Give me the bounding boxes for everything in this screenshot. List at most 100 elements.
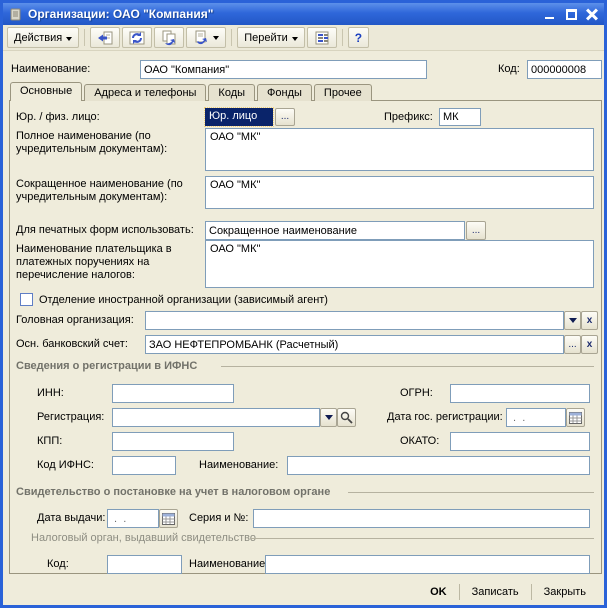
legal-entity-label: Юр. / физ. лицо:: [16, 111, 100, 123]
issue-date-calendar-button[interactable]: [159, 509, 178, 528]
chevron-down-icon: [213, 36, 219, 40]
refresh-icon: [129, 30, 145, 46]
copy-documents-icon: [161, 30, 177, 46]
registration-search-button[interactable]: [337, 408, 356, 427]
prefix-input[interactable]: [439, 108, 481, 126]
title-bar: Организации: ОАО "Компания": [3, 3, 604, 25]
window-title: Организации: ОАО "Компания": [28, 7, 213, 21]
series-input[interactable]: [253, 509, 590, 528]
close-button[interactable]: Закрыть: [532, 583, 598, 601]
code-label: Код:: [498, 63, 520, 75]
bank-account-clear-button[interactable]: x: [581, 335, 598, 354]
ok-button[interactable]: OK: [418, 583, 459, 601]
authority-subgroup-label: Налоговый орган, выдавший свидетельство: [31, 532, 256, 544]
toolbar: Действия: [3, 25, 604, 51]
ifns-name-input[interactable]: [287, 456, 590, 475]
authority-code-label: Код:: [47, 558, 69, 570]
ogrn-label: ОГРН:: [400, 387, 433, 399]
tab-label: Основные: [20, 85, 72, 97]
issue-date-input[interactable]: [107, 509, 159, 528]
legal-entity-choose-button[interactable]: ...: [275, 108, 295, 126]
list-structure-icon: [314, 30, 330, 46]
tab-osnovnye[interactable]: Основные: [10, 82, 82, 101]
tab-label: Прочее: [324, 87, 362, 99]
actions-menu-label: Действия: [14, 32, 62, 44]
tab-adresa-i-telefony[interactable]: Адреса и телефоны: [84, 84, 206, 101]
calendar-icon: [569, 411, 582, 424]
dropdown-arrow-icon: [569, 318, 577, 323]
legal-entity-field[interactable]: Юр. лицо: [205, 108, 273, 126]
full-name-textarea[interactable]: ОАО "МК": [205, 128, 594, 171]
reread-button[interactable]: [122, 27, 152, 48]
goto-menu-label: Перейти: [244, 32, 288, 44]
toolbar-separator: [84, 29, 85, 46]
window-app-icon: [8, 7, 23, 22]
bank-account-input[interactable]: [145, 335, 564, 354]
export-button[interactable]: [186, 27, 226, 48]
registration-input[interactable]: [112, 408, 320, 427]
previous-item-button[interactable]: [90, 27, 120, 48]
inn-label: ИНН:: [37, 387, 64, 399]
window-controls: [544, 8, 599, 21]
reg-date-calendar-button[interactable]: [566, 408, 585, 427]
authority-name-input[interactable]: [265, 555, 590, 574]
tab-prochee[interactable]: Прочее: [314, 84, 372, 101]
payer-name-label: Наименование плательщика в платежных пор…: [16, 243, 202, 282]
name-input[interactable]: [140, 60, 427, 79]
chevron-down-icon: [66, 37, 72, 41]
code-input[interactable]: [527, 60, 602, 79]
reg-date-input[interactable]: [506, 408, 566, 427]
save-button[interactable]: Записать: [460, 583, 531, 601]
registration-label: Регистрация:: [37, 411, 104, 423]
goto-menu-button[interactable]: Перейти: [237, 27, 305, 48]
document-arrow-left-icon: [97, 30, 113, 46]
ifns-group-title: Сведения о регистрации в ИФНС: [16, 360, 197, 372]
head-org-clear-button[interactable]: x: [581, 311, 598, 330]
short-name-label: Сокращенное наименование (по учредительн…: [16, 178, 202, 204]
bank-account-choose-button[interactable]: ...: [564, 335, 581, 354]
short-name-textarea[interactable]: ОАО "МК": [205, 176, 594, 209]
head-org-input[interactable]: [145, 311, 564, 330]
print-form-choose-button[interactable]: ...: [466, 221, 486, 240]
name-label: Наименование:: [11, 63, 90, 75]
issue-date-label: Дата выдачи:: [37, 512, 105, 524]
authority-subgroup-line: [251, 538, 594, 539]
tab-fondy[interactable]: Фонды: [257, 84, 312, 101]
head-org-label: Головная организация:: [16, 314, 134, 326]
help-icon: ?: [355, 31, 362, 45]
maximize-icon[interactable]: [565, 8, 578, 21]
tab-kody[interactable]: Коды: [208, 84, 255, 101]
reg-date-label: Дата гос. регистрации:: [387, 411, 503, 423]
minimize-icon[interactable]: [544, 8, 557, 21]
foreign-org-checkbox-label: Отделение иностранной организации (завис…: [39, 294, 328, 306]
close-icon[interactable]: [586, 8, 599, 21]
registration-dropdown-button[interactable]: [320, 408, 337, 427]
authority-code-input[interactable]: [107, 555, 182, 574]
dropdown-arrow-icon: [325, 415, 333, 420]
head-org-dropdown-button[interactable]: [564, 311, 581, 330]
tab-label: Адреса и телефоны: [94, 87, 196, 99]
bank-account-label: Осн. банковский счет:: [16, 338, 128, 350]
command-bar: OK Записать Закрыть: [3, 580, 598, 603]
toolbar-separator: [231, 29, 232, 46]
certificate-group-line: [348, 492, 594, 493]
ogrn-input[interactable]: [450, 384, 590, 403]
kpp-input[interactable]: [112, 432, 234, 451]
certificate-group-title: Свидетельство о постановке на учет в нал…: [16, 486, 330, 498]
copy-button[interactable]: [154, 27, 184, 48]
full-name-label: Полное наименование (по учредительным до…: [16, 130, 202, 156]
organization-window: Организации: ОАО "Компания" Действия: [0, 0, 607, 608]
ifns-group-line: [221, 366, 594, 367]
structure-button[interactable]: [307, 27, 337, 48]
tab-label: Фонды: [267, 87, 302, 99]
actions-menu-button[interactable]: Действия: [7, 27, 79, 48]
print-form-input[interactable]: [205, 221, 465, 240]
ifns-code-input[interactable]: [112, 456, 176, 475]
okato-input[interactable]: [450, 432, 590, 451]
help-button[interactable]: ?: [348, 27, 369, 48]
foreign-org-checkbox[interactable]: [20, 293, 33, 306]
inn-input[interactable]: [112, 384, 234, 403]
series-label: Серия и №:: [189, 512, 248, 524]
ifns-code-label: Код ИФНС:: [37, 459, 94, 471]
payer-name-textarea[interactable]: ОАО "МК": [205, 240, 594, 288]
